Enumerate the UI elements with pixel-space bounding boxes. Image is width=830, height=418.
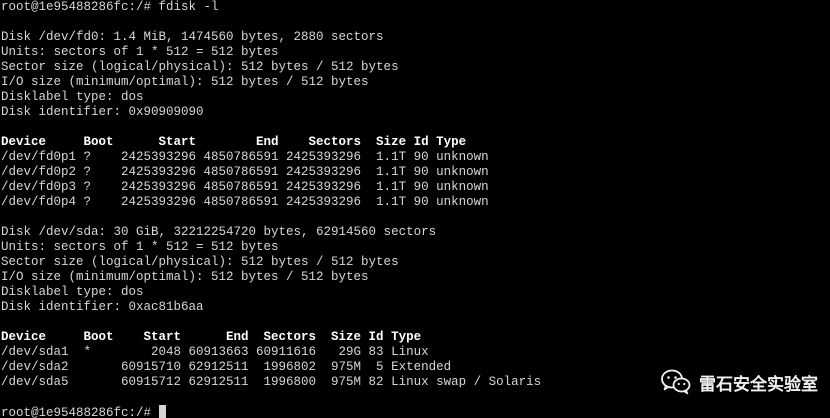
line-text: /dev/fd0p1 ? 2425393296 4850786591 24253… xyxy=(1,150,489,164)
line-text: /dev/fd0p3 ? 2425393296 4850786591 24253… xyxy=(1,180,489,194)
output-line: Disk /dev/fd0: 1.4 MiB, 1474560 bytes, 2… xyxy=(1,30,830,45)
output-line: Disk identifier: 0x90909090 xyxy=(1,105,830,120)
output-line: /dev/fd0p4 ? 2425393296 4850786591 24253… xyxy=(1,195,830,210)
line-text: /dev/sda1 * 2048 60913663 60911616 29G 8… xyxy=(1,345,429,359)
output-line: Units: sectors of 1 * 512 = 512 bytes xyxy=(1,240,830,255)
line-text: Sector size (logical/physical): 512 byte… xyxy=(1,60,399,74)
line-text: Disk identifier: 0x90909090 xyxy=(1,105,204,119)
line-text: /dev/sda5 60915712 62912511 1996800 975M… xyxy=(1,375,542,389)
line-text: Device Boot Start End Sectors Size Id Ty… xyxy=(1,135,467,149)
output-line: /dev/fd0p3 ? 2425393296 4850786591 24253… xyxy=(1,180,830,195)
line-text: Device Boot Start End Sectors Size Id Ty… xyxy=(1,330,422,344)
shell-prompt-line: root@1e95488286fc:/# xyxy=(1,405,830,418)
table-header-row: Device Boot Start End Sectors Size Id Ty… xyxy=(1,330,830,345)
line-text: Sector size (logical/physical): 512 byte… xyxy=(1,255,399,269)
line-text: /dev/sda2 60915710 62912511 1996802 975M… xyxy=(1,360,452,374)
line-text: Disk /dev/fd0: 1.4 MiB, 1474560 bytes, 2… xyxy=(1,30,384,44)
output-line: Disk /dev/sda: 30 GiB, 32212254720 bytes… xyxy=(1,225,830,240)
table-header-row: Device Boot Start End Sectors Size Id Ty… xyxy=(1,135,830,150)
line-text: /dev/fd0p4 ? 2425393296 4850786591 24253… xyxy=(1,195,489,209)
output-line: Disk identifier: 0xac81b6aa xyxy=(1,300,830,315)
watermark: 雷石安全实验室 xyxy=(661,366,818,398)
output-line: I/O size (minimum/optimal): 512 bytes / … xyxy=(1,75,830,90)
line-text: Disklabel type: dos xyxy=(1,285,144,299)
output-line: /dev/fd0p1 ? 2425393296 4850786591 24253… xyxy=(1,150,830,165)
line-text: root@1e95488286fc:/# fdisk -l xyxy=(1,0,219,14)
output-line: /dev/sda1 * 2048 60913663 60911616 29G 8… xyxy=(1,345,830,360)
line-text: Units: sectors of 1 * 512 = 512 bytes xyxy=(1,45,279,59)
output-line: Sector size (logical/physical): 512 byte… xyxy=(1,255,830,270)
wechat-icon xyxy=(661,369,691,395)
line-text: /dev/fd0p2 ? 2425393296 4850786591 24253… xyxy=(1,165,489,179)
shell-prompt-line: root@1e95488286fc:/# fdisk -l xyxy=(1,0,830,15)
watermark-label: 雷石安全实验室 xyxy=(699,374,818,395)
output-line: /dev/fd0p2 ? 2425393296 4850786591 24253… xyxy=(1,165,830,180)
line-text: Units: sectors of 1 * 512 = 512 bytes xyxy=(1,240,279,254)
output-line: Disklabel type: dos xyxy=(1,90,830,105)
text-cursor xyxy=(158,405,166,418)
line-text: Disk /dev/sda: 30 GiB, 32212254720 bytes… xyxy=(1,225,437,239)
line-text: root@1e95488286fc:/# xyxy=(1,406,159,418)
output-line: I/O size (minimum/optimal): 512 bytes / … xyxy=(1,270,830,285)
output-line: Disklabel type: dos xyxy=(1,285,830,300)
line-text: I/O size (minimum/optimal): 512 bytes / … xyxy=(1,270,369,284)
output-line: Units: sectors of 1 * 512 = 512 bytes xyxy=(1,45,830,60)
terminal-output: root@1e95488286fc:/# fdisk -l Disk /dev/f… xyxy=(1,0,830,418)
line-text: Disk identifier: 0xac81b6aa xyxy=(1,300,204,314)
output-line: Sector size (logical/physical): 512 byte… xyxy=(1,60,830,75)
terminal-window[interactable]: root@1e95488286fc:/# fdisk -l Disk /dev/f… xyxy=(0,0,830,418)
line-text: I/O size (minimum/optimal): 512 bytes / … xyxy=(1,75,369,89)
line-text: Disklabel type: dos xyxy=(1,90,144,104)
